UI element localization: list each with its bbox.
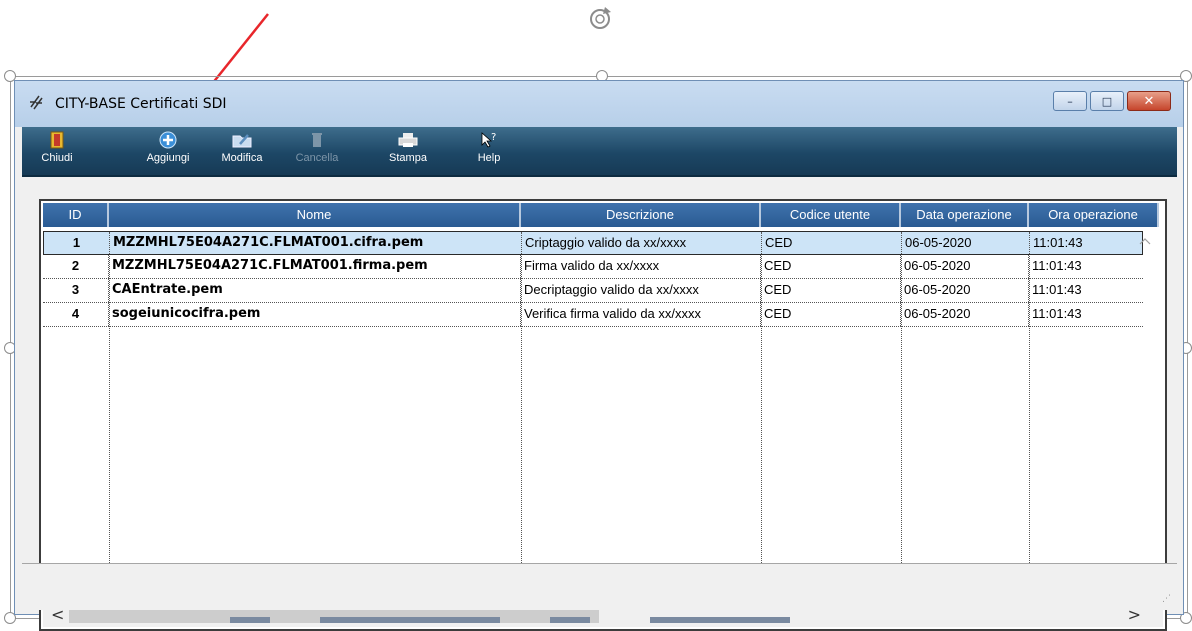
cancella-button[interactable]: Cancella: [287, 131, 347, 171]
cell-data-operazione: 06-05-2020: [901, 279, 1029, 302]
cancella-label: Cancella: [295, 152, 339, 164]
cell-descrizione: Firma valido da xx/xxxx: [521, 255, 761, 278]
cell-data-operazione: 06-05-2020: [901, 303, 1029, 326]
app-logo-icon: [30, 95, 43, 110]
cell-nome: MZZMHL75E04A271C.FLMAT001.cifra.pem: [110, 232, 522, 254]
table-row[interactable]: 4 sogeiunicocifra.pem Verifica firma val…: [43, 303, 1143, 327]
rotate-handle-icon[interactable]: [585, 4, 615, 34]
column-header-nome[interactable]: Nome: [109, 203, 521, 227]
column-header-data-operazione[interactable]: Data operazione: [901, 203, 1029, 227]
help-cursor-icon: ?: [479, 131, 499, 149]
maximize-icon: □: [1101, 94, 1113, 108]
table-header: ID Nome Descrizione Codice utente Data o…: [43, 203, 1159, 227]
modifica-label: Modifica: [221, 152, 263, 164]
window-title: CITY-BASE Certificati SDI: [55, 96, 227, 112]
exit-door-icon: [47, 131, 67, 149]
edit-folder-icon: [232, 131, 252, 149]
cell-id: 4: [43, 303, 109, 326]
table-body: 1 MZZMHL75E04A271C.FLMAT001.cifra.pem Cr…: [43, 231, 1143, 327]
cell-ora-operazione: 11:01:43: [1032, 282, 1082, 297]
cell-id: 1: [44, 232, 110, 254]
scroll-up-icon[interactable]: [1139, 237, 1151, 245]
plus-icon: [158, 131, 178, 149]
cell-id: 2: [43, 255, 109, 278]
close-icon: ✕: [1143, 93, 1155, 109]
status-bar: ⋰: [22, 563, 1177, 610]
cell-codice-utente: CED: [761, 303, 901, 326]
cell-descrizione: Criptaggio valido da xx/xxxx: [522, 232, 762, 254]
cell-data-operazione: 06-05-2020: [902, 232, 1030, 254]
app-window: CITY-BASE Certificati SDI – □ ✕ Chiudi A…: [14, 80, 1184, 631]
cell-nome: CAEntrate.pem: [109, 279, 521, 302]
underlying-document-text: [230, 617, 790, 623]
trash-icon: [307, 131, 327, 149]
aggiungi-label: Aggiungi: [146, 152, 190, 164]
minimize-icon: –: [1067, 94, 1073, 108]
aggiungi-button[interactable]: Aggiungi: [138, 131, 198, 171]
cell-codice-utente: CED: [762, 232, 902, 254]
table-row[interactable]: 2 MZZMHL75E04A271C.FLMAT001.firma.pem Fi…: [43, 255, 1143, 279]
cell-codice-utente: CED: [761, 255, 901, 278]
help-button[interactable]: ? Help: [459, 131, 519, 171]
column-header-codice-utente[interactable]: Codice utente: [761, 203, 901, 227]
stampa-button[interactable]: Stampa: [378, 131, 438, 171]
column-header-descrizione[interactable]: Descrizione: [521, 203, 761, 227]
cell-descrizione: Decriptaggio valido da xx/xxxx: [521, 279, 761, 302]
cell-ora-operazione: 11:01:43: [1032, 306, 1082, 321]
cell-id: 3: [43, 279, 109, 302]
title-bar[interactable]: CITY-BASE Certificati SDI – □ ✕: [15, 81, 1183, 127]
stampa-label: Stampa: [389, 152, 427, 164]
toolbar: Chiudi Aggiungi Modifica Cancella Stampa: [22, 127, 1177, 177]
cell-codice-utente: CED: [761, 279, 901, 302]
close-button[interactable]: ✕: [1127, 91, 1171, 111]
column-header-id[interactable]: ID: [43, 203, 109, 227]
minimize-button[interactable]: –: [1053, 91, 1087, 111]
maximize-button[interactable]: □: [1090, 91, 1124, 111]
cell-ora-operazione: 11:01:43: [1033, 235, 1083, 250]
resize-grip-icon[interactable]: ⋰: [1162, 593, 1171, 604]
cell-descrizione: Verifica firma valido da xx/xxxx: [521, 303, 761, 326]
chiudi-button[interactable]: Chiudi: [27, 131, 87, 171]
chiudi-label: Chiudi: [41, 152, 73, 164]
column-header-ora-operazione[interactable]: Ora operazione: [1029, 203, 1159, 227]
cell-ora-operazione: 11:01:43: [1032, 258, 1082, 273]
printer-icon: [398, 131, 418, 149]
svg-text:?: ?: [491, 132, 496, 143]
cell-nome: MZZMHL75E04A271C.FLMAT001.firma.pem: [109, 255, 521, 278]
table-row[interactable]: 3 CAEntrate.pem Decriptaggio valido da x…: [43, 279, 1143, 303]
cell-data-operazione: 06-05-2020: [901, 255, 1029, 278]
modifica-button[interactable]: Modifica: [212, 131, 272, 171]
cell-nome: sogeiunicocifra.pem: [109, 303, 521, 326]
help-label: Help: [477, 152, 501, 164]
table-row[interactable]: 1 MZZMHL75E04A271C.FLMAT001.cifra.pem Cr…: [43, 231, 1143, 255]
